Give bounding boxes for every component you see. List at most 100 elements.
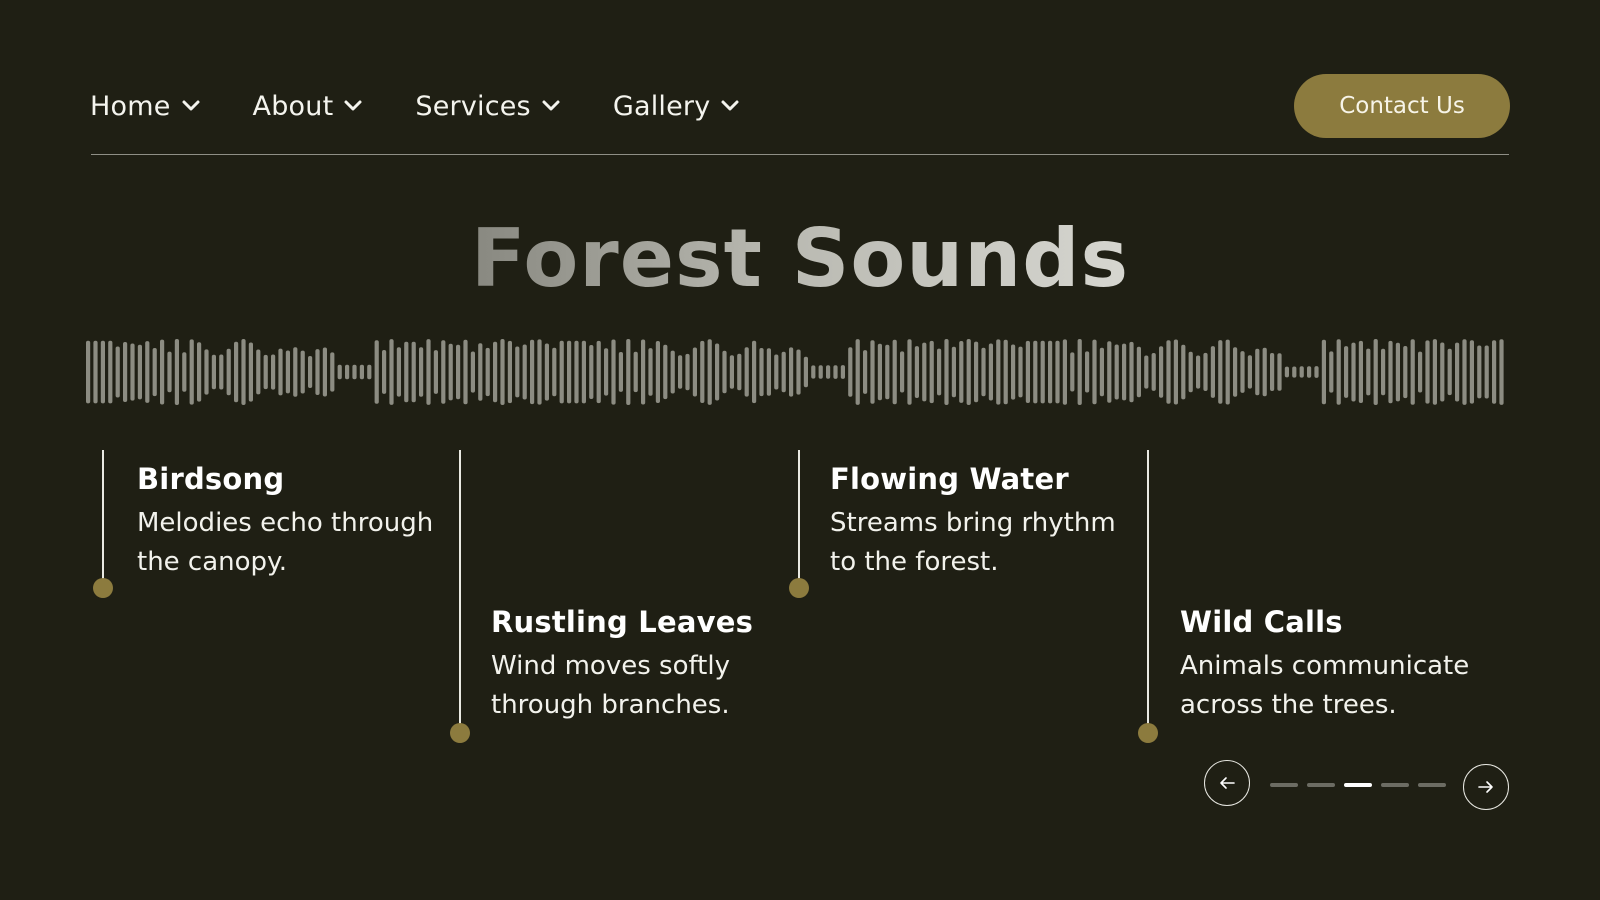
waveform-bar	[1270, 353, 1275, 391]
waveform-bar	[1033, 340, 1038, 404]
waveform-bar	[1107, 341, 1112, 403]
waveform-bar	[1218, 340, 1223, 404]
waveform-bar	[966, 339, 971, 405]
pagination-dot[interactable]	[1381, 783, 1409, 787]
waveform-bar	[226, 348, 231, 396]
waveform-bar	[352, 364, 357, 380]
waveform-bar	[1307, 366, 1312, 378]
waveform-bar	[389, 339, 394, 405]
waveform-bar	[123, 342, 128, 402]
previous-button[interactable]	[1204, 760, 1250, 806]
nav-item-services[interactable]: Services	[415, 91, 560, 122]
contact-us-button[interactable]: Contact Us	[1294, 74, 1510, 138]
pagination-dot[interactable]	[1307, 783, 1335, 787]
waveform-bar	[1462, 339, 1467, 405]
timeline-text: Birdsong Melodies echo through the canop…	[137, 462, 457, 582]
waveform-bar	[1136, 346, 1141, 398]
waveform-bar	[1484, 345, 1489, 399]
timeline-line	[1147, 450, 1149, 730]
waveform-bar	[152, 348, 157, 397]
waveform-bar	[1048, 340, 1053, 404]
next-button[interactable]	[1463, 764, 1509, 810]
pagination-dot[interactable]	[1418, 783, 1446, 787]
waveform-bar	[848, 347, 853, 397]
waveform-bar	[581, 340, 586, 404]
waveform-bar	[626, 339, 631, 405]
waveform-bar	[1129, 341, 1134, 403]
timeline-description: Melodies echo through the canopy.	[137, 508, 434, 577]
nav-menu: Home About Services Gallery	[90, 74, 792, 138]
waveform-bar	[959, 341, 964, 403]
timeline-dot	[450, 723, 470, 743]
nav-item-about[interactable]: About	[253, 91, 364, 122]
waveform-bar	[433, 350, 438, 394]
waveform-bar	[337, 364, 342, 380]
waveform-bar	[115, 346, 120, 398]
waveform-bar	[86, 340, 91, 404]
waveform-bar	[981, 347, 986, 397]
timeline-dot	[789, 578, 809, 598]
chevron-down-icon	[344, 100, 362, 111]
waveform-bar	[1240, 351, 1245, 393]
nav-item-home[interactable]: Home	[90, 91, 201, 122]
hero: Forest Sounds	[0, 212, 1600, 305]
waveform-bar	[611, 339, 616, 405]
waveform-bar	[759, 348, 764, 397]
page-title: Forest Sounds	[470, 212, 1130, 305]
nav-divider	[91, 154, 1509, 155]
waveform-bar	[840, 365, 845, 379]
pagination-dot[interactable]	[1344, 783, 1372, 787]
waveform-bar	[300, 350, 305, 394]
timeline-text: Rustling Leaves Wind moves softly throug…	[491, 605, 811, 725]
waveform-bar	[1203, 352, 1208, 391]
waveform-bar	[367, 364, 372, 380]
waveform-bar	[707, 339, 712, 405]
waveform-bar	[322, 347, 327, 397]
waveform-bar	[870, 340, 875, 404]
waveform-bar	[1025, 340, 1030, 403]
waveform-bar	[1181, 344, 1186, 400]
waveform-bar	[182, 352, 187, 392]
waveform-bar	[1247, 355, 1252, 389]
waveform-bar	[544, 343, 549, 401]
timeline-title: Birdsong	[137, 462, 285, 496]
waveform-bar	[285, 350, 290, 394]
waveform-bar	[108, 340, 113, 404]
waveform-bar	[1344, 346, 1349, 398]
waveform-bar	[1432, 339, 1437, 405]
waveform-bar	[293, 347, 298, 397]
waveform-bar	[100, 340, 105, 404]
waveform-bar	[411, 341, 416, 403]
nav-item-gallery[interactable]: Gallery	[613, 91, 741, 122]
waveform-bar	[167, 351, 172, 393]
waveform-bar	[722, 350, 727, 394]
waveform-bar	[1418, 351, 1423, 393]
waveform-bar	[914, 346, 919, 398]
waveform-bar	[1255, 348, 1260, 396]
waveform-bar	[648, 348, 653, 396]
waveform-bar	[522, 344, 527, 400]
timeline-description: Streams bring rhythm to the forest.	[830, 508, 1116, 577]
waveform-bar	[678, 355, 683, 389]
waveform-bar	[345, 364, 350, 380]
waveform-bar	[1151, 353, 1156, 391]
waveform-bar	[219, 354, 224, 390]
nav-item-label: Home	[90, 90, 171, 122]
pagination-dot[interactable]	[1270, 783, 1298, 787]
sound-waveform	[86, 339, 1504, 405]
waveform-bar	[515, 346, 520, 398]
waveform-bar	[396, 347, 401, 397]
waveform-bar	[234, 341, 239, 403]
waveform-bar	[256, 349, 261, 395]
waveform-bar	[1299, 366, 1304, 378]
waveform-bar	[456, 344, 461, 400]
chevron-down-icon	[542, 100, 560, 111]
waveform-bar	[463, 339, 468, 405]
waveform-bar	[559, 340, 564, 404]
waveform-bar	[907, 339, 912, 405]
waveform-bar	[1233, 347, 1238, 397]
waveform-bar	[929, 340, 934, 404]
timeline-title: Rustling Leaves	[491, 605, 754, 639]
waveform-bar	[448, 343, 453, 401]
timeline-title: Wild Calls	[1180, 605, 1343, 639]
